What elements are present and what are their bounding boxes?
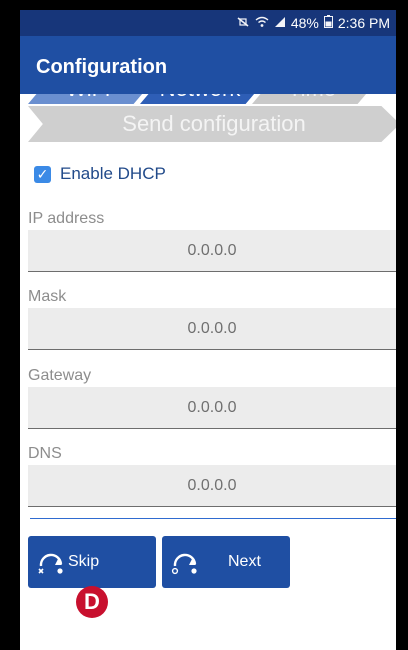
- mute-vibrate-icon: [236, 16, 250, 31]
- step-network[interactable]: Network: [140, 94, 260, 104]
- dhcp-checkbox[interactable]: ✓: [34, 165, 51, 183]
- clock: 2:36 PM: [337, 15, 390, 31]
- step-row: WiFi Network Time: [28, 94, 396, 104]
- dns-value: 0.0.0.0: [187, 476, 237, 494]
- marker-label: D: [84, 589, 100, 614]
- gateway-input[interactable]: 0.0.0.0: [28, 387, 396, 429]
- mask-input[interactable]: 0.0.0.0: [28, 308, 396, 350]
- ip-address-input[interactable]: 0.0.0.0: [28, 230, 396, 272]
- phone-frame: 48% 2:36 PM Configuration WiFi Network T…: [0, 0, 408, 650]
- page-title: Configuration: [36, 56, 168, 78]
- dhcp-toggle[interactable]: ✓ Enable DHCP: [34, 162, 166, 186]
- gateway-label: Gateway: [28, 367, 92, 384]
- dns-input[interactable]: 0.0.0.0: [28, 465, 396, 507]
- mask-label: Mask: [28, 288, 67, 305]
- skip-button[interactable]: Skip: [28, 536, 156, 588]
- step-label: Time: [288, 94, 336, 102]
- check-icon: ✓: [36, 166, 49, 182]
- battery-icon: [323, 15, 333, 31]
- ip-address-label: IP address: [28, 210, 105, 227]
- signal-icon: [274, 16, 286, 31]
- step-time[interactable]: Time: [252, 94, 372, 104]
- wifi-icon: [255, 16, 269, 31]
- ip-address-value: 0.0.0.0: [187, 241, 237, 259]
- annotation-marker: D: [76, 586, 108, 618]
- next-label: Next: [228, 553, 261, 570]
- gateway-value: 0.0.0.0: [187, 398, 237, 416]
- status-bar: 48% 2:36 PM: [20, 10, 396, 36]
- battery-percent: 48%: [290, 15, 319, 31]
- next-button[interactable]: Next: [162, 536, 290, 588]
- divider: [30, 518, 396, 519]
- mask-value: 0.0.0.0: [187, 319, 237, 337]
- screen: 48% 2:36 PM Configuration WiFi Network T…: [20, 10, 396, 650]
- step-send-configuration[interactable]: Send configuration: [28, 106, 396, 142]
- skip-label: Skip: [68, 553, 100, 570]
- dhcp-label: Enable DHCP: [60, 164, 166, 183]
- step-label: Send configuration: [122, 111, 306, 136]
- step-wifi[interactable]: WiFi: [28, 94, 148, 104]
- step-label: WiFi: [66, 94, 110, 102]
- stepper: WiFi Network Time Send configuration: [20, 94, 396, 152]
- step-label: Network: [160, 94, 241, 102]
- dns-label: DNS: [28, 445, 62, 462]
- app-bar: Configuration: [20, 36, 396, 94]
